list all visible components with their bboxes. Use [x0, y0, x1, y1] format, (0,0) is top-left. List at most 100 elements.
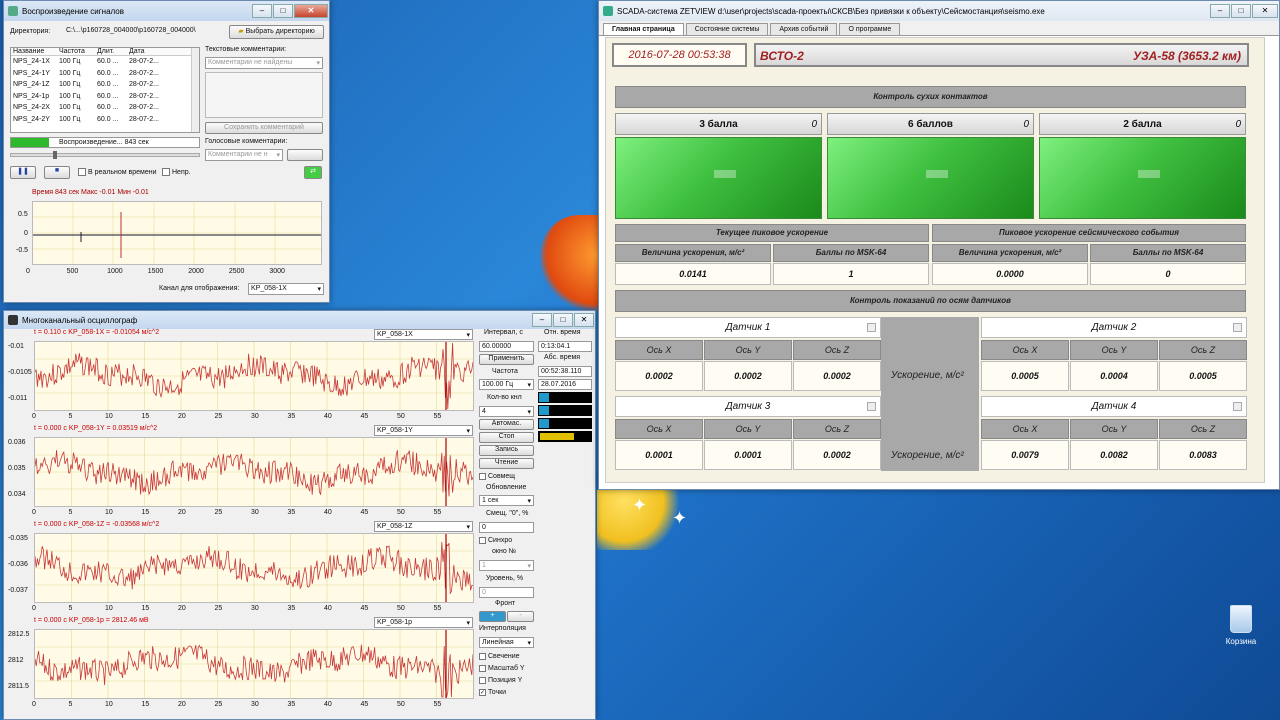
close-button[interactable]: ✕ [1252, 4, 1278, 18]
voice-play-button[interactable] [287, 149, 323, 161]
checkbox-box [479, 653, 486, 660]
x-tick: 15 [141, 605, 150, 612]
meter-4 [538, 431, 592, 442]
x-tick: 45 [360, 605, 369, 612]
continuous-checkbox[interactable]: Непр. [162, 168, 191, 176]
front-plus-button[interactable]: + [479, 611, 506, 622]
col-freq[interactable]: Частота [59, 48, 97, 55]
y-tick: 0.036 [8, 439, 26, 446]
choose-dir-button[interactable]: ▰ Выбрать директорию [229, 25, 324, 39]
recycle-bin-shortcut[interactable]: Корзина [1225, 605, 1257, 646]
channel-select[interactable]: KP_058-1Y [374, 425, 473, 436]
col-name[interactable]: Название [11, 48, 59, 55]
file-cell: NPS_24-1Z [13, 81, 50, 88]
pos-y-checkbox[interactable]: Позиция Y [479, 677, 522, 684]
osc-titlebar[interactable]: Многоканальный осциллограф – □ ✕ [4, 311, 595, 329]
channel-plot[interactable] [34, 629, 474, 699]
file-list-scrollbar[interactable] [191, 48, 199, 132]
window-select[interactable]: 1 [479, 560, 534, 571]
indicator-glare [714, 170, 737, 178]
apply-button[interactable]: Применить [479, 354, 534, 365]
channel-select[interactable]: KP_058-1X [374, 329, 473, 340]
tab-about[interactable]: О программе [839, 23, 901, 35]
overview-plot[interactable] [32, 201, 322, 265]
minimize-button[interactable]: – [532, 313, 552, 327]
col-dur[interactable]: Длит. [97, 48, 129, 55]
seek-slider[interactable] [10, 151, 200, 159]
sensor-checkbox[interactable] [1233, 402, 1242, 411]
tab-main[interactable]: Главная страница [603, 23, 684, 35]
channel-plot[interactable] [34, 341, 474, 411]
channel-plot[interactable] [34, 533, 474, 603]
text-comments-label: Текстовые комментарии: [205, 46, 287, 53]
channel-count-select[interactable]: 4 [479, 406, 534, 417]
x-tick: 50 [397, 605, 405, 612]
x-tick: 25 [214, 509, 223, 516]
points-label: Точки [488, 689, 507, 696]
file-row[interactable]: NPS_24-2Y 100 Гц 60.0 ... 28-07-2... [11, 114, 199, 126]
x-tick: 50 [397, 413, 405, 420]
stop-button[interactable]: ■ [44, 166, 70, 179]
file-row[interactable]: NPS_24-1p 100 Гц 60.0 ... 28-07-2... [11, 91, 199, 103]
sensor-checkbox[interactable] [1233, 323, 1242, 332]
x-tick: 25 [214, 605, 223, 612]
file-row[interactable]: NPS_24-2X 100 Гц 60.0 ... 28-07-2... [11, 102, 199, 114]
text-comments-select[interactable]: Комментарии не найдены [205, 57, 323, 69]
interval-input[interactable]: 60.00000 [479, 341, 534, 352]
voice-comments-select[interactable]: Комментарии не н [205, 149, 283, 161]
pause-button[interactable]: ❚❚ [10, 166, 36, 179]
tab-event-archive[interactable]: Архив событий [770, 23, 838, 35]
points-checkbox[interactable]: ✓ Точки [479, 689, 506, 696]
channel-readout: t = 0.000 c KP_058-1p = 2812.46 мВ [34, 617, 149, 624]
channel-select[interactable]: KP_058-1Z [374, 521, 473, 532]
close-button[interactable]: ✕ [574, 313, 594, 327]
combine-checkbox[interactable]: Совмещ [479, 473, 515, 480]
maximize-button[interactable]: □ [1231, 4, 1251, 18]
file-list[interactable]: Название Частота Длит. Дата NPS_24-1X 100… [10, 47, 200, 133]
file-row[interactable]: NPS_24-1Y 100 Гц 60.0 ... 28-07-2... [11, 68, 199, 80]
x-tick: 15 [141, 701, 150, 708]
freq-select[interactable]: 100.00 Гц [479, 379, 534, 390]
minimize-button[interactable]: – [1210, 4, 1230, 18]
axis-value: 0.0002 [615, 361, 703, 391]
sensor-checkbox[interactable] [867, 402, 876, 411]
save-comment-button[interactable]: Сохранить комментарий [205, 122, 323, 134]
minimize-button[interactable]: – [252, 4, 272, 18]
front-minus-button[interactable]: - [507, 611, 534, 622]
update-select[interactable]: 1 сек [479, 495, 534, 506]
glow-checkbox[interactable]: Свечение [479, 653, 520, 660]
axis-label: Ось Y [1070, 419, 1158, 439]
seek-handle[interactable] [53, 151, 57, 159]
level-input[interactable]: 0 [479, 587, 534, 598]
playback-titlebar[interactable]: Воспроизведение сигналов – □ ✕ [4, 1, 329, 21]
axis-value: 0.0002 [793, 361, 881, 391]
export-button[interactable]: ⇄ [304, 166, 322, 179]
maximize-button[interactable]: □ [273, 4, 293, 18]
tab-system-state[interactable]: Состояние системы [685, 23, 769, 35]
sensor-checkbox[interactable] [867, 323, 876, 332]
maximize-button[interactable]: □ [553, 313, 573, 327]
file-row[interactable]: NPS_24-1X 100 Гц 60.0 ... 28-07-2... [11, 56, 199, 68]
read-button[interactable]: Чтение [479, 458, 534, 469]
y-tick: -0.5 [16, 247, 29, 254]
sync-checkbox[interactable]: Синхро [479, 537, 512, 544]
scada-tabs: Главная страница Состояние системы Архив… [599, 21, 1279, 36]
close-button[interactable]: ✕ [294, 4, 328, 18]
sensor-name: Датчик 3 [725, 401, 771, 412]
offset-input[interactable]: 0 [479, 522, 534, 533]
record-button[interactable]: Запись [479, 445, 534, 456]
auto-scale-button[interactable]: Автомас. [479, 419, 534, 430]
realtime-checkbox[interactable]: В реальном времени [78, 168, 157, 176]
col-date[interactable]: Дата [129, 48, 173, 55]
interp-select[interactable]: Линейная [479, 637, 534, 648]
dir-path: C:\...\p160728_004000\p160728_004000\ [66, 27, 196, 34]
comment-textarea[interactable] [205, 72, 323, 118]
scale-y-checkbox[interactable]: Масштаб Y [479, 665, 525, 672]
stop-button[interactable]: Стоп [479, 432, 534, 443]
channel-select[interactable]: KP_058-1p [374, 617, 473, 628]
scada-titlebar[interactable]: SCADA-система ZETVIEW d:\user\projects\s… [599, 1, 1279, 21]
channel-plot[interactable] [34, 437, 474, 507]
x-tick: 40 [324, 509, 332, 516]
channel-select[interactable]: KP_058-1X [248, 283, 324, 295]
file-row[interactable]: NPS_24-1Z 100 Гц 60.0 ... 28-07-2... [11, 79, 199, 91]
